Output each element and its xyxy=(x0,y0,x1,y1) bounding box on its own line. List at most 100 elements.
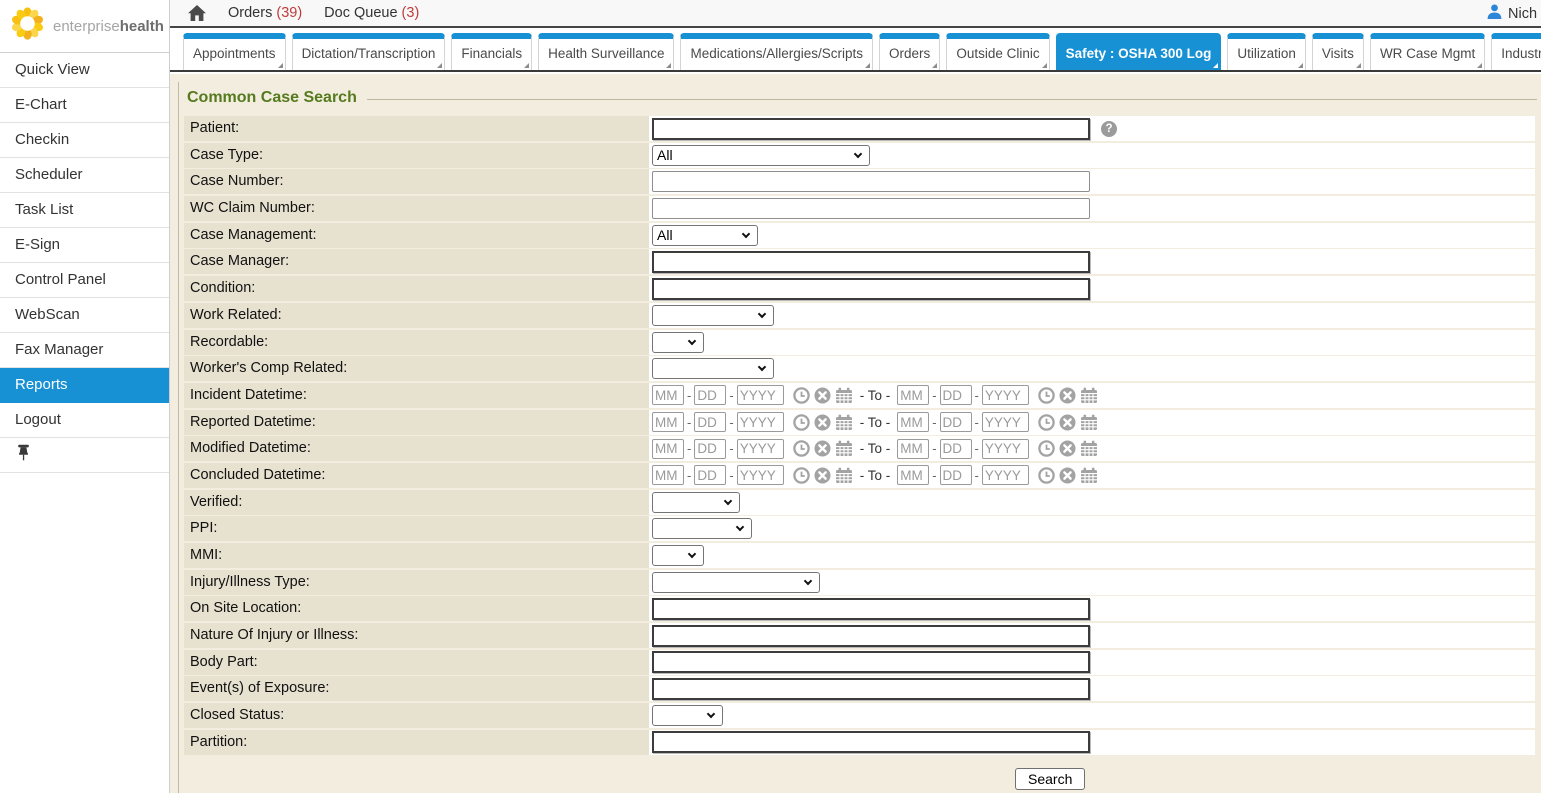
start-year-input[interactable] xyxy=(737,439,784,459)
tab-safety-osha-300-log[interactable]: Safety : OSHA 300 Log xyxy=(1056,33,1222,70)
start-month-input[interactable] xyxy=(652,385,684,405)
clear-icon[interactable] xyxy=(814,387,831,404)
clear-icon[interactable] xyxy=(1059,414,1076,431)
clock-icon[interactable] xyxy=(1038,387,1055,404)
condition-input[interactable] xyxy=(652,278,1090,300)
recordable-select[interactable] xyxy=(652,332,704,353)
clear-icon[interactable] xyxy=(1059,387,1076,404)
help-icon[interactable]: ? xyxy=(1101,121,1117,137)
sidebar-pin-row[interactable] xyxy=(0,438,169,473)
end-month-input[interactable] xyxy=(897,465,929,485)
body-part-input[interactable] xyxy=(652,651,1090,673)
start-day-input[interactable] xyxy=(694,439,726,459)
tab-financials[interactable]: Financials xyxy=(451,33,532,70)
clock-icon[interactable] xyxy=(793,387,810,404)
injury-illness-type-select[interactable] xyxy=(652,572,820,593)
clear-icon[interactable] xyxy=(1059,467,1076,484)
patient-input[interactable] xyxy=(652,118,1090,140)
sidebar-item-task-list[interactable]: Task List xyxy=(0,193,169,228)
work-related-select[interactable] xyxy=(652,305,774,326)
sidebar-item-control-panel[interactable]: Control Panel xyxy=(0,263,169,298)
clear-icon[interactable] xyxy=(814,440,831,457)
nature-of-injury-input[interactable] xyxy=(652,625,1090,647)
start-year-input[interactable] xyxy=(737,412,784,432)
end-month-input[interactable] xyxy=(897,412,929,432)
case-management-select[interactable]: All xyxy=(652,225,758,246)
orders-link[interactable]: Orders (39) xyxy=(228,5,302,21)
calendar-icon[interactable] xyxy=(835,414,853,431)
end-year-input[interactable] xyxy=(982,412,1029,432)
start-month-input[interactable] xyxy=(652,439,684,459)
tab-dictation-transcription[interactable]: Dictation/Transcription xyxy=(292,33,446,70)
sidebar-item-quick-view[interactable]: Quick View xyxy=(0,53,169,88)
clear-icon[interactable] xyxy=(814,467,831,484)
tab-appointments[interactable]: Appointments xyxy=(183,33,286,70)
calendar-icon[interactable] xyxy=(1080,440,1098,457)
tab-utilization[interactable]: Utilization xyxy=(1227,33,1306,70)
sidebar-item-fax-manager[interactable]: Fax Manager xyxy=(0,333,169,368)
tab-orders[interactable]: Orders xyxy=(879,33,940,70)
chevron-down-icon xyxy=(736,523,744,531)
sidebar-item-reports[interactable]: Reports xyxy=(0,368,169,403)
tab-health-surveillance[interactable]: Health Surveillance xyxy=(538,33,674,70)
pushpin-icon[interactable] xyxy=(17,444,30,466)
tab-visits[interactable]: Visits xyxy=(1312,33,1364,70)
clock-icon[interactable] xyxy=(1038,467,1055,484)
clock-icon[interactable] xyxy=(1038,440,1055,457)
workers-comp-related-select[interactable] xyxy=(652,358,774,379)
calendar-icon[interactable] xyxy=(835,440,853,457)
end-year-input[interactable] xyxy=(982,465,1029,485)
clock-icon[interactable] xyxy=(793,440,810,457)
end-year-input[interactable] xyxy=(982,439,1029,459)
start-month-input[interactable] xyxy=(652,465,684,485)
clock-icon[interactable] xyxy=(793,414,810,431)
start-day-input[interactable] xyxy=(694,385,726,405)
search-button[interactable]: Search xyxy=(1015,768,1085,790)
start-year-input[interactable] xyxy=(737,385,784,405)
end-day-input[interactable] xyxy=(940,412,972,432)
tab-outside-clinic[interactable]: Outside Clinic xyxy=(946,33,1049,70)
end-day-input[interactable] xyxy=(940,439,972,459)
calendar-icon[interactable] xyxy=(1080,414,1098,431)
end-month-input[interactable] xyxy=(897,439,929,459)
ppi-select[interactable] xyxy=(652,518,752,539)
case-manager-input[interactable] xyxy=(652,251,1090,273)
mmi-select[interactable] xyxy=(652,545,704,566)
tab-wr-case-mgmt[interactable]: WR Case Mgmt xyxy=(1370,33,1485,70)
wc-claim-number-input[interactable] xyxy=(652,198,1090,219)
start-month-input[interactable] xyxy=(652,412,684,432)
doc-queue-link[interactable]: Doc Queue (3) xyxy=(324,5,419,21)
start-day-input[interactable] xyxy=(694,465,726,485)
clock-icon[interactable] xyxy=(1038,414,1055,431)
case-type-select[interactable]: All xyxy=(652,145,870,166)
end-year-input[interactable] xyxy=(982,385,1029,405)
partition-input[interactable] xyxy=(652,731,1090,753)
tab-industrial-hygiene[interactable]: Industrial Hygiene xyxy=(1491,33,1541,70)
closed-status-select[interactable] xyxy=(652,705,723,726)
verified-select[interactable] xyxy=(652,492,740,513)
calendar-icon[interactable] xyxy=(835,467,853,484)
case-number-input[interactable] xyxy=(652,171,1090,192)
user-menu[interactable]: Nich xyxy=(1487,4,1537,23)
end-day-input[interactable] xyxy=(940,465,972,485)
home-icon[interactable] xyxy=(188,5,206,21)
sidebar-item-webscan[interactable]: WebScan xyxy=(0,298,169,333)
calendar-icon[interactable] xyxy=(1080,387,1098,404)
events-of-exposure-input[interactable] xyxy=(652,678,1090,700)
start-day-input[interactable] xyxy=(694,412,726,432)
end-month-input[interactable] xyxy=(897,385,929,405)
clear-icon[interactable] xyxy=(814,414,831,431)
on-site-location-input[interactable] xyxy=(652,598,1090,620)
clock-icon[interactable] xyxy=(793,467,810,484)
sidebar-item-logout[interactable]: Logout xyxy=(0,403,169,438)
tab-medications-allergies-scripts[interactable]: Medications/Allergies/Scripts xyxy=(680,33,873,70)
sidebar-item-scheduler[interactable]: Scheduler xyxy=(0,158,169,193)
clear-icon[interactable] xyxy=(1059,440,1076,457)
sidebar-item-e-chart[interactable]: E-Chart xyxy=(0,88,169,123)
start-year-input[interactable] xyxy=(737,465,784,485)
end-day-input[interactable] xyxy=(940,385,972,405)
calendar-icon[interactable] xyxy=(835,387,853,404)
sidebar-item-e-sign[interactable]: E-Sign xyxy=(0,228,169,263)
calendar-icon[interactable] xyxy=(1080,467,1098,484)
sidebar-item-checkin[interactable]: Checkin xyxy=(0,123,169,158)
